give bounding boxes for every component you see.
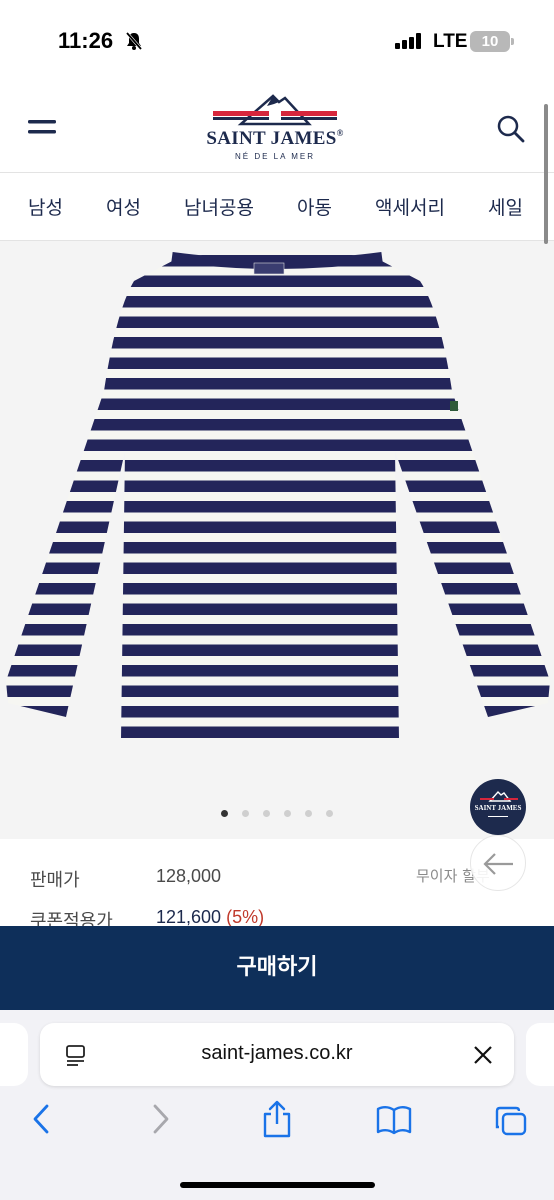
url-text: saint-james.co.kr: [201, 1042, 353, 1064]
coupon-price: 121,600: [156, 907, 222, 927]
tabs-icon[interactable]: [494, 1105, 528, 1141]
badge-brand-text: SAINT JAMES: [474, 804, 522, 812]
bell-muted-icon: [124, 31, 144, 55]
forward-chevron-icon[interactable]: [150, 1103, 172, 1139]
brand-logo[interactable]: SAINT JAMES® NÉ DE LA MER: [195, 90, 355, 170]
scroll-indicator[interactable]: [544, 104, 548, 244]
nav-item-women[interactable]: 여성: [106, 193, 141, 220]
brand-name: SAINT JAMES®: [195, 128, 355, 150]
bookmarks-icon[interactable]: [376, 1105, 412, 1139]
registered-mark: ®: [336, 128, 344, 138]
nav-item-accessories[interactable]: 액세서리: [375, 193, 445, 220]
category-nav: 남성 여성 남녀공용 아동 액세서리 세일: [0, 173, 554, 241]
browser-toolbar: saint-james.co.kr: [0, 1010, 554, 1200]
carousel-dot[interactable]: [305, 810, 312, 817]
previous-tab-preview[interactable]: [0, 1023, 28, 1086]
nav-item-kids[interactable]: 아동: [297, 193, 332, 220]
home-indicator: [180, 1182, 375, 1188]
carousel-dot[interactable]: [326, 810, 333, 817]
back-chevron-icon[interactable]: [30, 1103, 52, 1139]
hamburger-menu-icon[interactable]: [22, 113, 62, 143]
brand-badge[interactable]: SAINT JAMES: [470, 779, 526, 835]
carousel-dot[interactable]: [242, 810, 249, 817]
carousel-dot[interactable]: [263, 810, 270, 817]
coupon-price-group: 121,600 (5%): [156, 907, 264, 928]
battery-icon: 10: [470, 31, 514, 52]
buy-button[interactable]: 구매하기: [0, 926, 554, 1010]
close-icon[interactable]: [472, 1044, 494, 1070]
product-image[interactable]: [0, 241, 554, 839]
nav-item-men[interactable]: 남성: [28, 193, 63, 220]
next-tab-preview[interactable]: [526, 1023, 554, 1086]
sale-price: 128,000: [156, 866, 222, 886]
arrow-left-icon: [483, 853, 513, 875]
cellular-signal-icon: [395, 33, 423, 53]
share-icon[interactable]: [261, 1100, 293, 1142]
back-button[interactable]: [470, 835, 526, 891]
network-type: LTE: [433, 31, 468, 52]
nav-item-unisex[interactable]: 남녀공용: [184, 193, 254, 220]
status-time: 11:26: [58, 28, 114, 53]
carousel-dot[interactable]: [221, 810, 228, 817]
search-icon[interactable]: [496, 114, 526, 144]
status-bar: 11:26 LTE 10: [0, 0, 554, 82]
coupon-rate: (5%): [226, 907, 265, 927]
carousel-dot[interactable]: [284, 810, 291, 817]
address-bar[interactable]: saint-james.co.kr: [40, 1023, 514, 1086]
brand-tagline: NÉ DE LA MER: [234, 152, 315, 161]
site-header: SAINT JAMES® NÉ DE LA MER: [0, 82, 554, 173]
sale-price-label: 판매가: [30, 870, 80, 891]
nav-item-sale[interactable]: 세일: [488, 193, 523, 220]
brand-name-text: SAINT JAMES: [206, 128, 337, 149]
logo-mark-icon: [213, 94, 337, 126]
striped-shirt-image: [6, 252, 550, 739]
